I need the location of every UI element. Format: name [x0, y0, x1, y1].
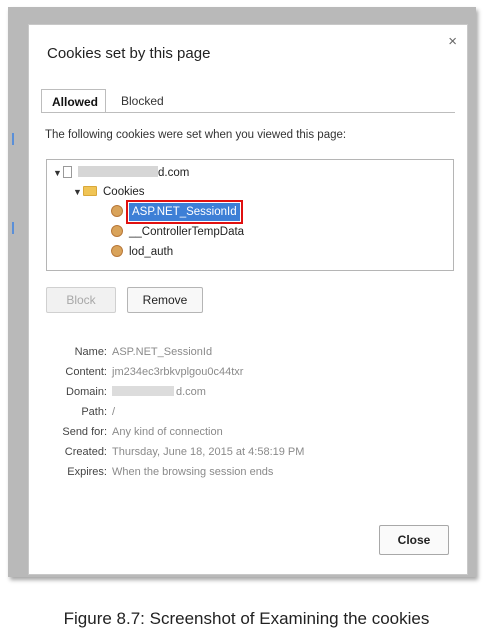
domain-value-wrap: d.com — [112, 383, 206, 401]
cookie-icon — [111, 225, 123, 237]
tab-divider — [41, 112, 455, 113]
name-label: Name: — [74, 346, 107, 358]
expires-label: Expires: — [67, 466, 107, 478]
selected-cookie-label: ASP.NET_SessionId — [126, 200, 243, 224]
figure-caption: Figure 8.7: Screenshot of Examining the … — [63, 609, 430, 628]
content-value: jm234ec3rbkvplgou0c44txr — [112, 366, 244, 378]
cookie-tree[interactable]: ▼ d.com ▼ Cookies ASP.NET_SessionId __Cont… — [46, 159, 454, 271]
content-label: Content: — [65, 366, 107, 378]
domain-suffix: d.com — [158, 167, 190, 179]
domain-label: Domain: — [66, 386, 107, 398]
cookie-icon — [111, 245, 123, 257]
expand-triangle-icon[interactable]: ▼ — [73, 183, 83, 201]
sendfor-value: Any kind of connection — [112, 426, 223, 438]
remove-button[interactable]: Remove — [127, 287, 203, 313]
tab-blocked[interactable]: Blocked — [111, 89, 174, 113]
path-label: Path: — [81, 406, 107, 418]
expand-triangle-icon[interactable]: ▼ — [53, 164, 63, 182]
edge-marker — [12, 133, 14, 145]
cookie-label: lod_auth — [129, 246, 174, 258]
sendfor-label: Send for: — [62, 426, 107, 438]
dialog-title: Cookies set by this page — [47, 45, 211, 62]
page-icon — [63, 166, 72, 178]
folder-label: Cookies — [103, 186, 145, 198]
created-value: Thursday, June 18, 2015 at 4:58:19 PM — [112, 446, 305, 458]
tree-folder-node[interactable]: ▼ Cookies — [73, 183, 145, 201]
cookie-label: __ControllerTempData — [129, 226, 245, 238]
close-icon[interactable]: × — [448, 33, 457, 50]
tree-cookie-item[interactable]: __ControllerTempData — [111, 223, 244, 241]
cookies-description: The following cookies were set when you … — [45, 129, 347, 141]
domain-value: d.com — [176, 386, 206, 398]
cookie-icon — [111, 205, 123, 217]
created-label: Created: — [64, 446, 107, 458]
screenshot-frame: Cookies set by this page × Allowed Block… — [8, 7, 476, 577]
folder-icon — [83, 186, 97, 196]
redacted-domain — [78, 166, 158, 177]
cookies-dialog: Cookies set by this page × Allowed Block… — [28, 24, 468, 575]
tree-cookie-item[interactable]: ASP.NET_SessionId — [111, 200, 243, 224]
tree-domain-node[interactable]: ▼ d.com — [53, 164, 189, 182]
close-button[interactable]: Close — [379, 525, 449, 555]
path-value: / — [112, 406, 116, 418]
tab-allowed[interactable]: Allowed — [41, 89, 106, 113]
edge-marker — [12, 222, 14, 234]
block-button: Block — [46, 287, 116, 313]
redacted-domain — [112, 386, 174, 396]
tree-cookie-item[interactable]: lod_auth — [111, 243, 173, 261]
name-value: ASP.NET_SessionId — [112, 346, 213, 358]
expires-value: When the browsing session ends — [112, 466, 274, 478]
